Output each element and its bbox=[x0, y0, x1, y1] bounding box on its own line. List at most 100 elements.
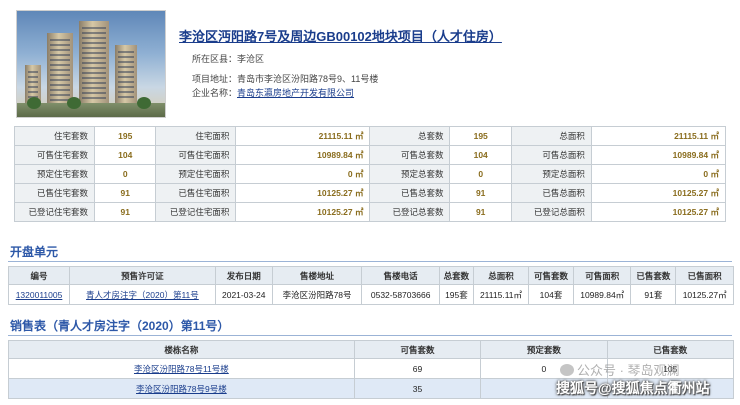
stat-value: 91 bbox=[449, 202, 512, 222]
units-column-header: 发布日期 bbox=[214, 266, 273, 285]
sales-header-row: 楼栋名称 可售套数 预定套数 已售套数 bbox=[8, 340, 735, 359]
units-column-header: 总面积 bbox=[472, 266, 530, 285]
units-column-header: 已售面积 bbox=[675, 266, 734, 285]
sales-column-header: 可售套数 bbox=[353, 340, 482, 359]
opening-units-table: 编号 预售许可证 发布日期 售楼地址 售楼电话 总套数 总面积 可售套数 可售面积 已售套数 已售面… bbox=[7, 266, 734, 305]
table-cell: 0532-58703666 bbox=[361, 284, 440, 305]
table-cell: 195套 bbox=[438, 284, 474, 305]
stat-label: 预定总面积 bbox=[510, 164, 592, 184]
stats-row: 可售住宅套数 104 可售住宅面积 10989.84 ㎡可售总套数 104 可售总面积 10… bbox=[14, 145, 727, 165]
stat-label: 预定住宅套数 bbox=[14, 164, 95, 184]
project-photo bbox=[16, 10, 166, 118]
unit-id-link[interactable]: 1320011005 bbox=[7, 284, 71, 305]
sohu-watermark: 搜狐号@搜狐焦点衢州站 bbox=[556, 380, 710, 396]
wechat-watermark-text: 公众号 · 琴岛观澜 bbox=[577, 363, 680, 378]
table-cell: 35 bbox=[353, 378, 482, 399]
permit-link[interactable]: 青人才房注字（2020）第11号 bbox=[69, 284, 216, 305]
sales-column-header: 已售套数 bbox=[606, 340, 735, 359]
building-link[interactable]: 李沧区汾阳路78号11号楼 bbox=[8, 358, 355, 379]
stat-value: 91 bbox=[449, 183, 512, 203]
units-section-divider bbox=[8, 261, 732, 262]
project-header: 李沧区沔阳路7号及周边GB00102地块项目（人才住房） 所在区县：李沧区 项目… bbox=[14, 10, 726, 122]
stat-label: 已登记住宅面积 bbox=[155, 202, 237, 222]
units-column-header: 已售套数 bbox=[630, 266, 677, 285]
address-label: 项目地址： bbox=[192, 74, 238, 84]
stat-label: 可售住宅面积 bbox=[155, 145, 237, 165]
stat-value: 91 bbox=[93, 202, 157, 222]
stat-label: 已售总面积 bbox=[510, 183, 592, 203]
stats-row: 住宅套数 195 住宅面积 21115.11 ㎡总套数 195 总面积 21115.11 ㎡ bbox=[14, 126, 727, 146]
sales-section-title: 销售表（青人才房注字（2020）第11号） bbox=[10, 319, 230, 333]
building-link[interactable]: 李沧区汾阳路78号9号楼 bbox=[8, 378, 355, 399]
stat-label: 可售总面积 bbox=[510, 145, 592, 165]
developer-label: 企业名称： bbox=[192, 88, 238, 98]
stat-value: 0 bbox=[93, 164, 157, 184]
stat-value: 104 bbox=[93, 145, 157, 165]
stat-label: 总面积 bbox=[510, 126, 592, 146]
district-row: 所在区县：李沧区 bbox=[192, 52, 264, 65]
stat-value: 10125.27 ㎡ bbox=[235, 183, 371, 203]
address-row: 项目地址：青岛市李沧区汾阳路78号9、11号楼 bbox=[192, 72, 378, 85]
project-stats-table: 住宅套数 195 住宅面积 21115.11 ㎡总套数 195 总面积 21115.11 ㎡… bbox=[14, 126, 727, 222]
stat-value: 21115.11 ㎡ bbox=[590, 126, 727, 146]
stat-value: 10989.84 ㎡ bbox=[590, 145, 727, 165]
stat-label: 住宅面积 bbox=[155, 126, 237, 146]
stat-value: 104 bbox=[449, 145, 512, 165]
units-column-header: 售楼地址 bbox=[271, 266, 363, 285]
table-row: 1320011005 青人才房注字（2020）第11号 2021-03-24 李沧区汾… bbox=[7, 284, 734, 305]
district-value: 李沧区 bbox=[237, 54, 265, 64]
developer-link[interactable]: 青岛东瀛房地产开发有限公司 bbox=[237, 88, 354, 98]
stats-row: 预定住宅套数 0 预定住宅面积 0 ㎡预定总套数 0 预定总面积 0 ㎡ bbox=[14, 164, 727, 184]
stat-value: 0 ㎡ bbox=[235, 164, 371, 184]
units-header-row: 编号 预售许可证 发布日期 售楼地址 售楼电话 总套数 总面积 可售套数 可售面积 已售套数 已售面… bbox=[7, 266, 734, 285]
table-cell: 10989.84㎡ bbox=[572, 284, 632, 305]
stat-value: 195 bbox=[93, 126, 157, 146]
table-cell: 91套 bbox=[630, 284, 677, 305]
stat-value: 91 bbox=[93, 183, 157, 203]
stat-label: 可售住宅套数 bbox=[14, 145, 95, 165]
units-column-header: 售楼电话 bbox=[361, 266, 440, 285]
table-cell: 104套 bbox=[528, 284, 574, 305]
stat-value: 10125.27 ㎡ bbox=[590, 202, 727, 222]
wechat-icon bbox=[560, 364, 574, 376]
stat-value: 0 bbox=[449, 164, 512, 184]
project-title-link[interactable]: 李沧区沔阳路7号及周边GB00102地块项目（人才住房） bbox=[179, 26, 502, 45]
table-cell: 69 bbox=[353, 358, 482, 379]
units-column-header: 预售许可证 bbox=[69, 266, 216, 285]
sales-column-header: 预定套数 bbox=[480, 340, 608, 359]
table-cell: 21115.11㎡ bbox=[472, 284, 530, 305]
stat-label: 住宅套数 bbox=[14, 126, 95, 146]
table-cell: 李沧区汾阳路78号 bbox=[271, 284, 363, 305]
units-section-title: 开盘单元 bbox=[10, 245, 59, 259]
stat-label: 已登记总面积 bbox=[510, 202, 592, 222]
table-cell: 2021-03-24 bbox=[214, 284, 273, 305]
units-column-header: 编号 bbox=[7, 266, 71, 285]
table-cell: 10125.27㎡ bbox=[675, 284, 734, 305]
units-column-header: 总套数 bbox=[438, 266, 474, 285]
district-label: 所在区县： bbox=[192, 54, 238, 64]
wechat-watermark: 公众号 · 琴岛观澜 bbox=[560, 360, 680, 379]
stats-row: 已登记住宅套数 91 已登记住宅面积 10125.27 ㎡已登记总套数 91 已登记总面积… bbox=[14, 202, 727, 222]
sales-section-divider bbox=[8, 335, 732, 336]
stat-label: 已售住宅面积 bbox=[155, 183, 237, 203]
stat-value: 0 ㎡ bbox=[590, 164, 727, 184]
developer-row: 企业名称：青岛东瀛房地产开发有限公司 bbox=[192, 86, 354, 99]
stat-value: 10125.27 ㎡ bbox=[590, 183, 727, 203]
stat-label: 已售总套数 bbox=[369, 183, 451, 203]
sales-column-header: 楼栋名称 bbox=[8, 340, 355, 359]
stat-label: 已登记总套数 bbox=[369, 202, 451, 222]
stat-value: 10125.27 ㎡ bbox=[235, 202, 371, 222]
stat-label: 可售总套数 bbox=[369, 145, 451, 165]
stat-value: 21115.11 ㎡ bbox=[235, 126, 371, 146]
stat-label: 已售住宅套数 bbox=[14, 183, 95, 203]
units-column-header: 可售套数 bbox=[528, 266, 574, 285]
stat-label: 已登记住宅套数 bbox=[14, 202, 95, 222]
stat-label: 预定住宅面积 bbox=[155, 164, 237, 184]
address-value: 青岛市李沧区汾阳路78号9、11号楼 bbox=[237, 74, 379, 84]
stat-value: 195 bbox=[449, 126, 512, 146]
stat-label: 预定总套数 bbox=[369, 164, 451, 184]
stat-value: 10989.84 ㎡ bbox=[235, 145, 371, 165]
stat-label: 总套数 bbox=[369, 126, 451, 146]
stats-row: 已售住宅套数 91 已售住宅面积 10125.27 ㎡已售总套数 91 已售总面积 1012… bbox=[14, 183, 727, 203]
units-column-header: 可售面积 bbox=[572, 266, 632, 285]
